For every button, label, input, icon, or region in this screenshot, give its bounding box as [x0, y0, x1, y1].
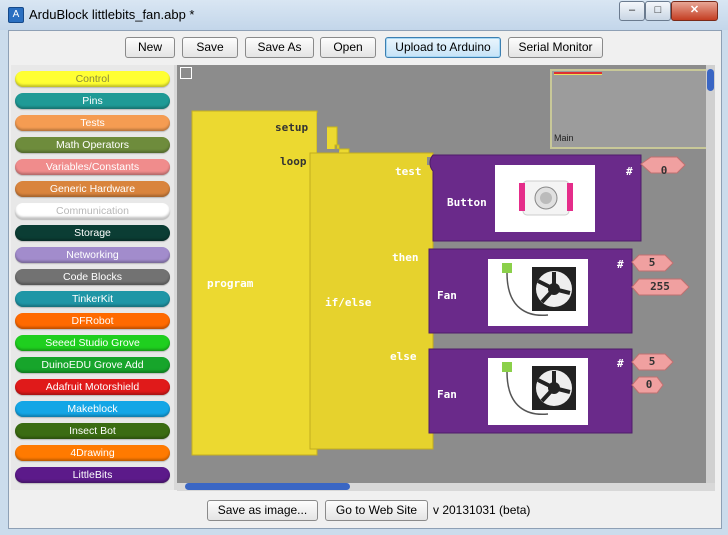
palette-category[interactable]: Adafruit Motorshield: [15, 379, 170, 395]
version-label: v 20131031 (beta): [433, 503, 531, 517]
fan2-hash: #: [617, 357, 624, 370]
button-module-image: [495, 165, 595, 232]
loop-label: loop: [280, 155, 307, 168]
vertical-scroll-thumb[interactable]: [707, 69, 714, 91]
minimap-label: Main: [554, 133, 574, 143]
fan-icon: [502, 362, 576, 416]
block-palette: Control Pins Tests Math Operators Variables/…: [11, 65, 174, 490]
button-hash: #: [626, 165, 633, 178]
button-board-icon: [519, 180, 573, 216]
palette-category[interactable]: 4Drawing: [15, 445, 170, 461]
fan1-pin-value[interactable]: 5: [639, 256, 665, 269]
then-label: then: [392, 251, 419, 264]
fan2-label: Fan: [437, 388, 457, 401]
palette-category[interactable]: Variables/Constants: [15, 159, 170, 175]
minimize-button[interactable]: –: [619, 1, 645, 21]
palette-category[interactable]: Networking: [15, 247, 170, 263]
button-pin-value[interactable]: 0: [651, 164, 677, 177]
app-window: A ArduBlock littlebits_fan.abp * – □ ✕ N…: [0, 0, 728, 535]
fan2-speed-value[interactable]: 0: [639, 378, 659, 391]
fan1-module-image: [488, 259, 588, 326]
fan1-label: Fan: [437, 289, 457, 302]
setup-label: setup: [275, 121, 309, 134]
go-to-website-button[interactable]: Go to Web Site: [325, 500, 428, 521]
palette-category[interactable]: Control: [15, 71, 170, 87]
fan-icon: [502, 263, 576, 317]
palette-category[interactable]: DuinoEDU Grove Add: [15, 357, 170, 373]
fan1-hash: #: [617, 258, 624, 271]
app-icon: A: [8, 7, 24, 23]
minimap-viewport[interactable]: [554, 72, 602, 75]
new-button[interactable]: New: [125, 37, 175, 58]
save-as-button[interactable]: Save As: [245, 37, 314, 58]
title-bar[interactable]: A ArduBlock littlebits_fan.abp * – □ ✕: [0, 0, 728, 30]
palette-category[interactable]: Makeblock: [15, 401, 170, 417]
palette-category[interactable]: Insect Bot: [15, 423, 170, 439]
save-button[interactable]: Save: [182, 37, 238, 58]
palette-category[interactable]: Generic Hardware: [15, 181, 170, 197]
palette-category[interactable]: DFRobot: [15, 313, 170, 329]
palette-category[interactable]: Storage: [15, 225, 170, 241]
horizontal-scrollbar[interactable]: [177, 483, 715, 491]
fan2-pin-value[interactable]: 5: [639, 355, 665, 368]
ifelse-label: if/else: [325, 296, 372, 309]
bottom-bar: Save as image... Go to Web Site v 201310…: [9, 491, 721, 528]
open-button[interactable]: Open: [320, 37, 376, 58]
palette-category[interactable]: Tests: [15, 115, 170, 131]
button-label: Button: [447, 196, 487, 209]
serial-monitor-button[interactable]: Serial Monitor: [508, 37, 603, 58]
fan2-module-image: [488, 358, 588, 425]
palette-category[interactable]: Pins: [15, 93, 170, 109]
block-canvas[interactable]: setup loop program if/else test then els…: [177, 65, 715, 483]
else-label: else: [390, 350, 417, 363]
palette-category[interactable]: Seeed Studio Grove: [15, 335, 170, 351]
test-label: test: [395, 165, 422, 178]
maximize-button[interactable]: □: [645, 1, 671, 21]
vertical-scrollbar[interactable]: [706, 65, 715, 483]
fan1-speed-value[interactable]: 255: [639, 280, 681, 293]
palette-category[interactable]: LittleBits: [15, 467, 170, 483]
palette-category[interactable]: Code Blocks: [15, 269, 170, 285]
minimap[interactable]: Main: [550, 69, 708, 149]
save-as-image-button[interactable]: Save as image...: [207, 500, 318, 521]
window-title: ArduBlock littlebits_fan.abp *: [29, 7, 195, 22]
close-button[interactable]: ✕: [671, 1, 718, 21]
palette-category[interactable]: Communication: [15, 203, 170, 219]
palette-category[interactable]: Math Operators: [15, 137, 170, 153]
horizontal-scroll-thumb[interactable]: [185, 483, 350, 490]
client-area: New Save Save As Open Upload to Arduino …: [8, 30, 722, 529]
upload-button[interactable]: Upload to Arduino: [385, 37, 501, 58]
program-label: program: [207, 277, 254, 290]
palette-category[interactable]: TinkerKit: [15, 291, 170, 307]
